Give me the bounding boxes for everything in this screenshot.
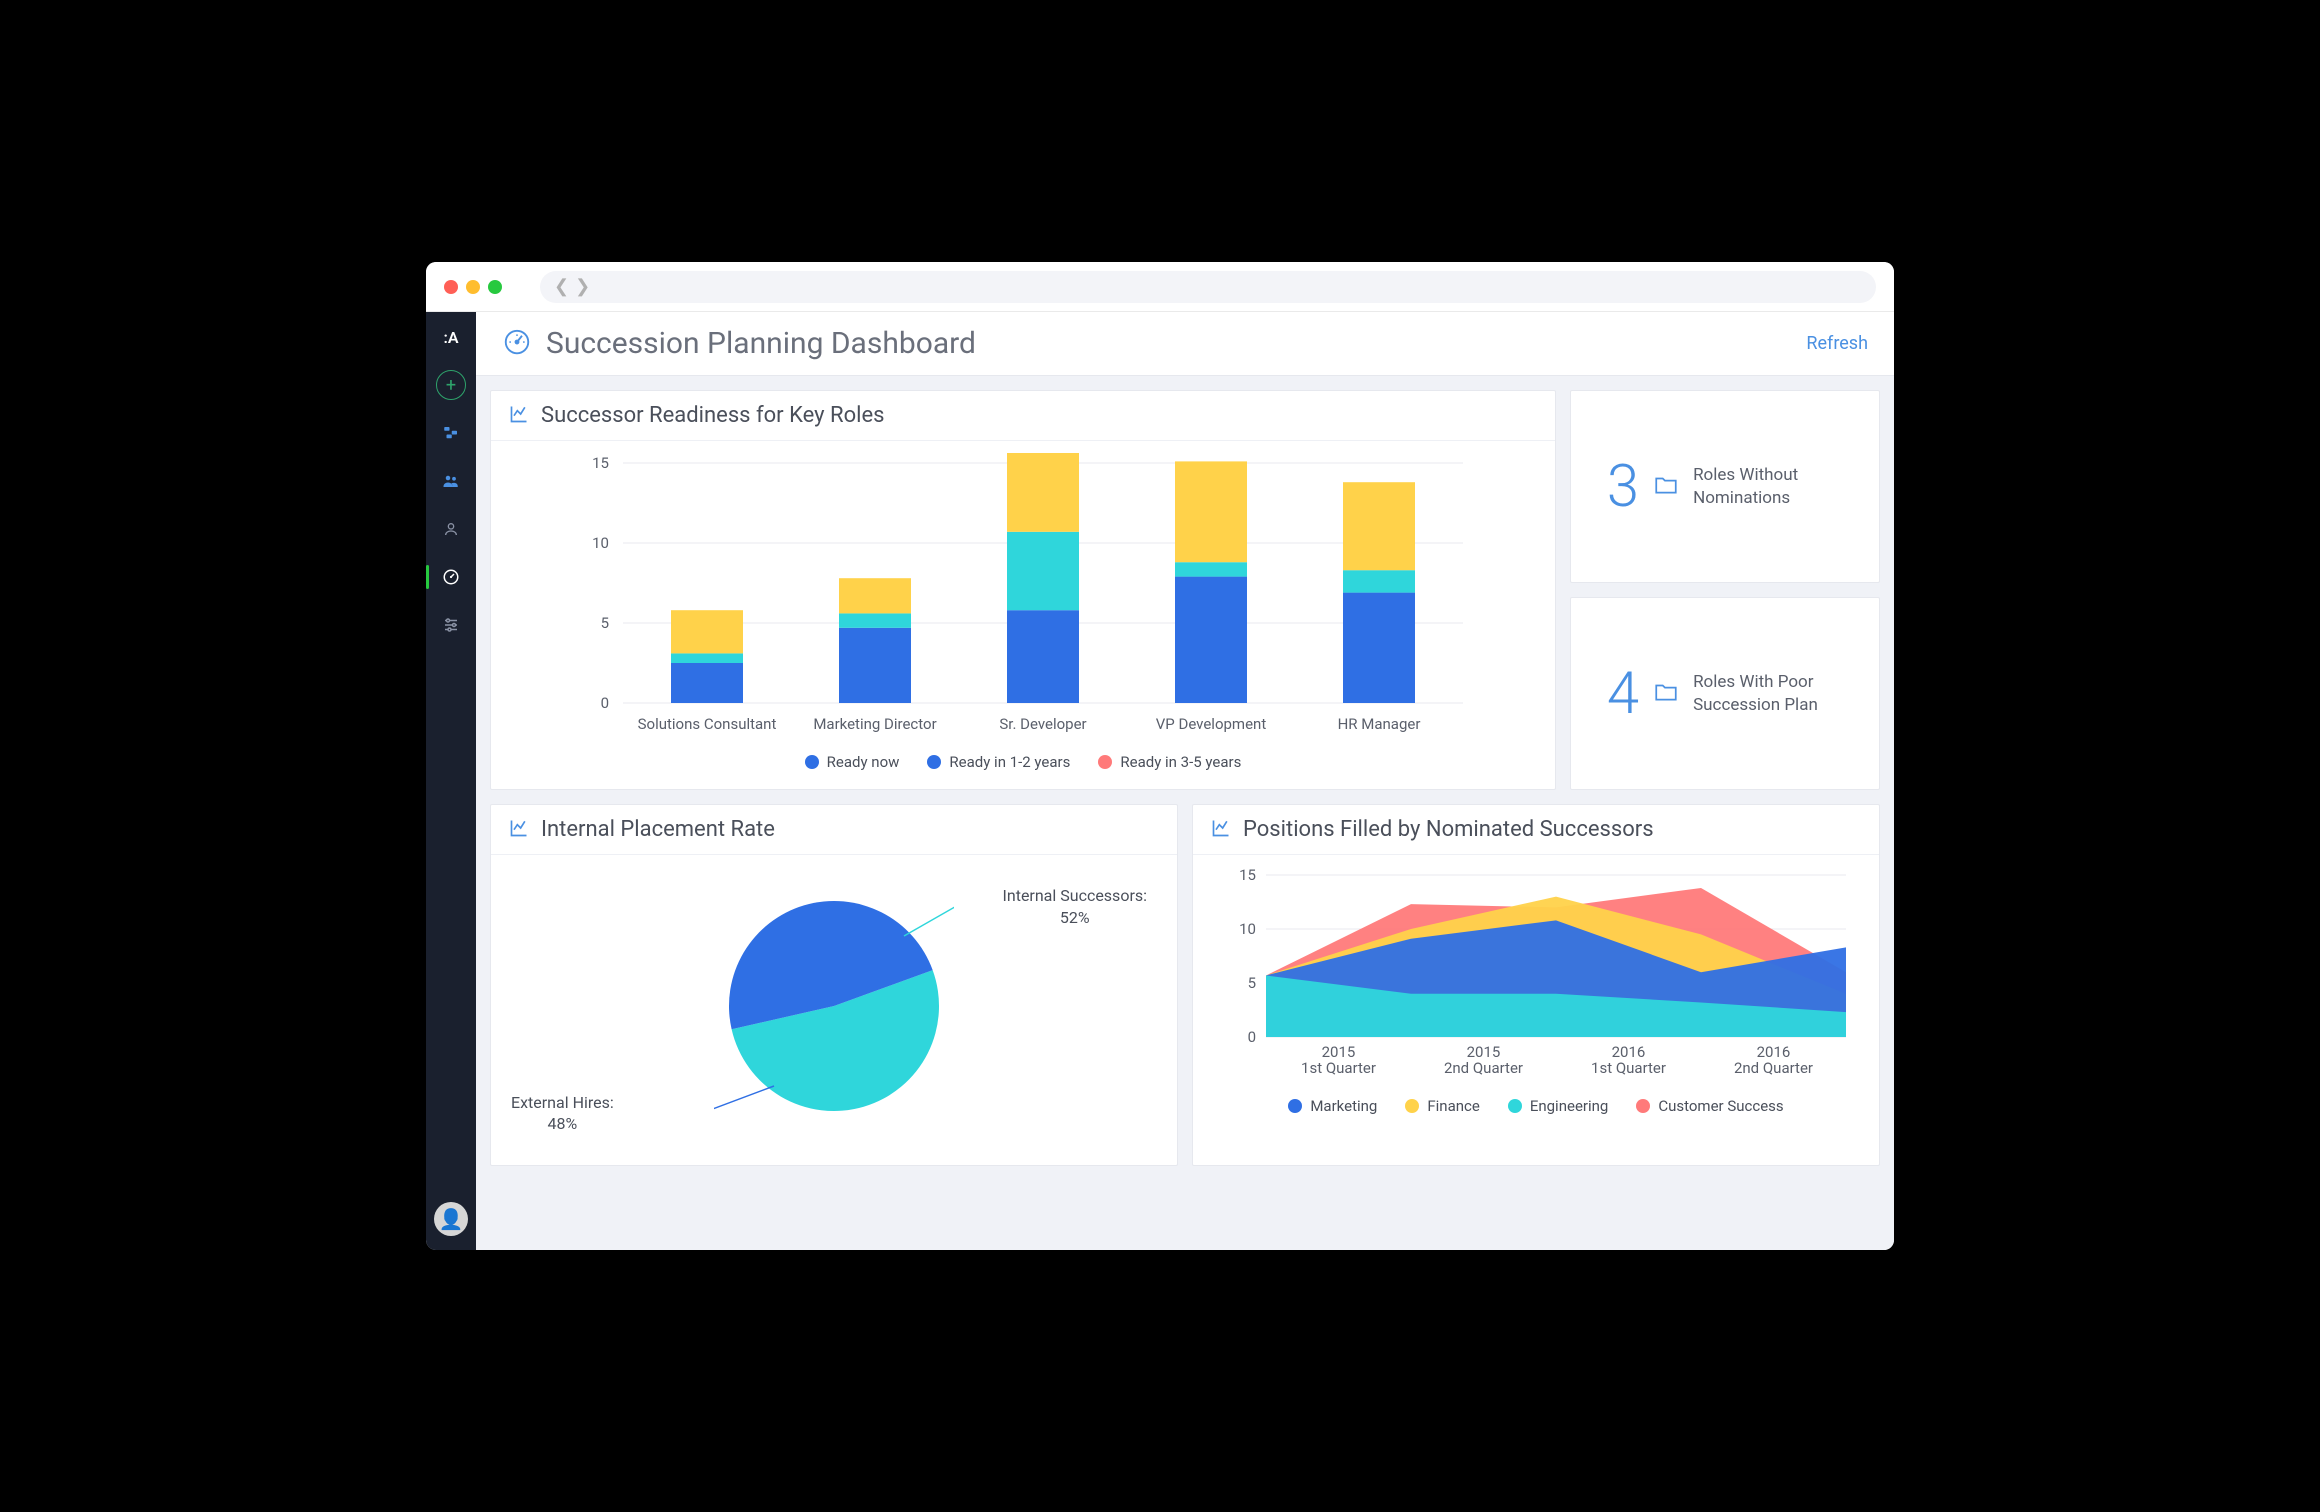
- stat-roles-without-nominations[interactable]: 3 Roles Without Nominations: [1570, 390, 1880, 583]
- card-title: Internal Placement Rate: [541, 817, 775, 842]
- card-readiness: Successor Readiness for Key Roles 0 5 10 15…: [490, 390, 1556, 790]
- svg-text:Marketing Director: Marketing Director: [813, 715, 936, 733]
- back-icon[interactable]: ❮: [554, 276, 569, 297]
- svg-text:10: 10: [592, 534, 609, 552]
- svg-text:1st Quarter: 1st Quarter: [1301, 1059, 1376, 1077]
- card-title: Positions Filled by Nominated Successors: [1243, 817, 1654, 842]
- placement-pie-chart: [714, 886, 954, 1126]
- card-placement-rate: Internal Placement Rate Internal Success…: [490, 804, 1178, 1166]
- page-title: Succession Planning Dashboard: [546, 326, 1806, 361]
- chart-icon: [1211, 818, 1231, 842]
- window-titlebar: ❮ ❯: [426, 262, 1894, 312]
- sidebar: :A + 👤: [426, 312, 476, 1250]
- page-header: Succession Planning Dashboard Refresh: [476, 312, 1894, 376]
- chart-icon: [509, 404, 529, 428]
- forward-icon[interactable]: ❯: [575, 276, 590, 297]
- legend-item: Ready in 1-2 years: [927, 753, 1070, 771]
- svg-text:2nd Quarter: 2nd Quarter: [1444, 1059, 1523, 1077]
- sidebar-dashboard-icon[interactable]: [436, 562, 466, 592]
- stat-value: 3: [1607, 458, 1639, 516]
- positions-area-chart: 05101520151st Quarter20152nd Quarter2016…: [1211, 867, 1861, 1087]
- add-button[interactable]: +: [436, 370, 466, 400]
- svg-text:15: 15: [592, 454, 609, 472]
- legend-item: Ready now: [805, 753, 900, 771]
- card-title: Successor Readiness for Key Roles: [541, 403, 884, 428]
- folder-icon: [1653, 679, 1679, 709]
- legend-item: Engineering: [1508, 1097, 1609, 1115]
- svg-text:5: 5: [1248, 974, 1256, 992]
- svg-text:HR Manager: HR Manager: [1338, 715, 1421, 733]
- svg-text:0: 0: [1248, 1028, 1256, 1046]
- legend-item: Marketing: [1288, 1097, 1377, 1115]
- card-positions-filled: Positions Filled by Nominated Successors…: [1192, 804, 1880, 1166]
- refresh-button[interactable]: Refresh: [1806, 333, 1868, 354]
- svg-text:Solutions Consultant: Solutions Consultant: [638, 715, 777, 733]
- chart-icon: [509, 818, 529, 842]
- svg-text:2nd Quarter: 2nd Quarter: [1734, 1059, 1813, 1077]
- svg-text:VP Development: VP Development: [1156, 715, 1267, 733]
- sidebar-people-icon[interactable]: [436, 466, 466, 496]
- svg-text:10: 10: [1239, 920, 1256, 938]
- pie-label-external: External Hires:48%: [511, 1092, 614, 1135]
- stat-value: 4: [1607, 665, 1639, 723]
- legend-item: Finance: [1405, 1097, 1479, 1115]
- folder-icon: [1653, 472, 1679, 502]
- stat-label: Roles With Poor Succession Plan: [1693, 671, 1843, 715]
- readiness-bar-chart: 0 5 10 15 Solutions Consultant Marketing Dire…: [509, 453, 1537, 743]
- close-window-icon[interactable]: [444, 280, 458, 294]
- svg-text:0: 0: [601, 694, 609, 712]
- stat-label: Roles Without Nominations: [1693, 464, 1843, 508]
- svg-text:Sr. Developer: Sr. Developer: [999, 715, 1086, 733]
- readiness-legend: Ready now Ready in 1-2 years Ready in 3-5 …: [509, 747, 1537, 781]
- svg-text:5: 5: [601, 614, 609, 632]
- gauge-icon: [502, 327, 532, 361]
- sidebar-org-icon[interactable]: [436, 418, 466, 448]
- pie-label-internal: Internal Successors:52%: [1003, 885, 1147, 928]
- user-avatar[interactable]: 👤: [434, 1202, 468, 1236]
- maximize-window-icon[interactable]: [488, 280, 502, 294]
- svg-text:1st Quarter: 1st Quarter: [1591, 1059, 1666, 1077]
- sidebar-settings-icon[interactable]: [436, 610, 466, 640]
- legend-item: Customer Success: [1636, 1097, 1783, 1115]
- app-logo-icon[interactable]: :A: [436, 322, 466, 352]
- minimize-window-icon[interactable]: [466, 280, 480, 294]
- address-bar[interactable]: ❮ ❯: [540, 271, 1876, 303]
- legend-item: Ready in 3-5 years: [1098, 753, 1241, 771]
- sidebar-person-icon[interactable]: [436, 514, 466, 544]
- stat-roles-poor-plan[interactable]: 4 Roles With Poor Succession Plan: [1570, 597, 1880, 790]
- svg-text:15: 15: [1239, 867, 1256, 884]
- positions-legend: Marketing Finance Engineering Customer Succ…: [1211, 1091, 1861, 1125]
